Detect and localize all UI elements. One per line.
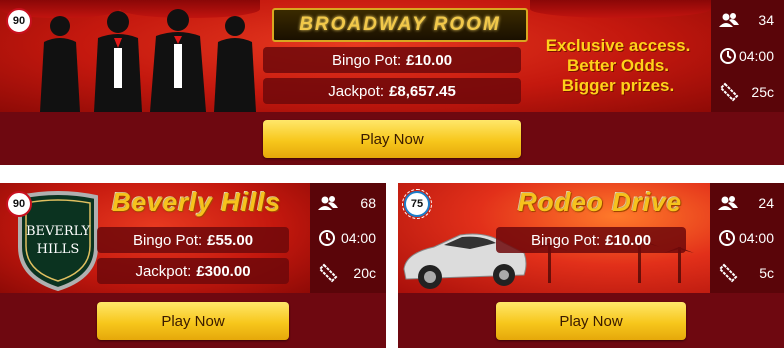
tagline-line: Exclusive access. xyxy=(545,36,691,55)
ticket-stat: 25c xyxy=(711,74,784,110)
bingo-pot-value: £10.00 xyxy=(406,51,453,69)
ticket-price: 5c xyxy=(759,265,774,281)
time-remaining: 04:00 xyxy=(340,230,376,246)
room-title: BROADWAY ROOM xyxy=(272,8,528,42)
room-stats: 24 04:00 5c xyxy=(710,183,784,293)
play-now-button[interactable]: Play Now xyxy=(496,302,686,340)
clock-icon xyxy=(719,230,735,246)
card-footer: Play Now xyxy=(0,293,386,348)
badge-line: BEVERLY xyxy=(26,224,91,239)
room-title: Beverly Hills xyxy=(112,187,282,217)
players-stat: 34 xyxy=(711,2,784,38)
bingo-pot-value: £55.00 xyxy=(207,231,254,249)
time-stat: 04:00 xyxy=(710,220,784,256)
play-now-button[interactable]: Play Now xyxy=(97,302,289,340)
jackpot-value: £300.00 xyxy=(196,262,251,280)
jackpot: Jackpot: £8,657.45 xyxy=(263,78,521,104)
clock-icon xyxy=(720,48,736,64)
jackpot-label: Jackpot: xyxy=(135,262,192,280)
room-card-rodeo-drive: 75 Rodeo Drive Bingo Pot: £10.00 24 04:0… xyxy=(398,183,784,348)
players-icon xyxy=(318,196,338,210)
tagline-line: Better Odds. xyxy=(566,56,670,75)
room-banner: BEVERLY HILLS 90 Beverly Hills Bingo Pot… xyxy=(0,183,310,293)
jackpot: Jackpot: £300.00 xyxy=(97,258,289,284)
time-remaining: 04:00 xyxy=(738,48,774,64)
jackpot-value: £8,657.45 xyxy=(389,82,456,100)
room-banner: 90 BROADWAY ROOM Bingo Pot: £10.00 Jackp… xyxy=(0,0,711,112)
performers-silhouette-image xyxy=(40,9,256,112)
play-now-button[interactable]: Play Now xyxy=(263,120,521,158)
clock-icon xyxy=(319,230,335,246)
card-footer: Play Now xyxy=(0,112,784,165)
ticket-price: 25c xyxy=(751,84,774,100)
players-count: 68 xyxy=(360,195,376,211)
room-card-broadway: 90 BROADWAY ROOM Bingo Pot: £10.00 Jackp… xyxy=(0,0,784,165)
time-remaining: 04:00 xyxy=(738,230,774,246)
bingo-pot-value: £10.00 xyxy=(605,231,652,249)
bingo-pot: Bingo Pot: £10.00 xyxy=(496,227,686,253)
ticket-icon xyxy=(719,82,739,102)
room-stats: 68 04:00 20c xyxy=(310,183,386,293)
ticket-price: 20c xyxy=(353,265,376,281)
room-title: Rodeo Drive xyxy=(518,187,683,217)
room-stats: 34 04:00 25c xyxy=(711,0,784,112)
card-footer: Play Now xyxy=(398,293,784,348)
ticket-stat: 20c xyxy=(310,255,386,291)
ticket-icon xyxy=(718,263,738,283)
badge-line: HILLS xyxy=(37,242,80,257)
ball-type-badge: 90 xyxy=(6,191,32,217)
players-count: 34 xyxy=(758,12,774,28)
players-stat: 24 xyxy=(710,185,784,221)
players-icon xyxy=(719,13,739,27)
bingo-pot-label: Bingo Pot: xyxy=(530,231,601,249)
bingo-pot-label: Bingo Pot: xyxy=(132,231,203,249)
bingo-pot-label: Bingo Pot: xyxy=(331,51,402,69)
promo-tagline: Exclusive access. Better Odds. Bigger pr… xyxy=(530,36,706,96)
ball-type-badge: 90 xyxy=(6,8,32,34)
curtain-decoration xyxy=(530,0,711,18)
players-icon xyxy=(718,196,738,210)
ticket-icon xyxy=(318,263,338,283)
players-count: 24 xyxy=(758,195,774,211)
ticket-stat: 5c xyxy=(710,255,784,291)
time-stat: 04:00 xyxy=(711,38,784,74)
ball-type-badge: 75 xyxy=(402,189,432,219)
bingo-pot: Bingo Pot: £55.00 xyxy=(97,227,289,253)
players-stat: 68 xyxy=(310,185,386,221)
bingo-pot: Bingo Pot: £10.00 xyxy=(263,47,521,73)
tagline-line: Bigger prizes. xyxy=(561,76,675,95)
room-card-beverly-hills: BEVERLY HILLS 90 Beverly Hills Bingo Pot… xyxy=(0,183,386,348)
time-stat: 04:00 xyxy=(310,220,386,256)
room-banner: 75 Rodeo Drive Bingo Pot: £10.00 xyxy=(398,183,710,293)
jackpot-label: Jackpot: xyxy=(328,82,385,100)
